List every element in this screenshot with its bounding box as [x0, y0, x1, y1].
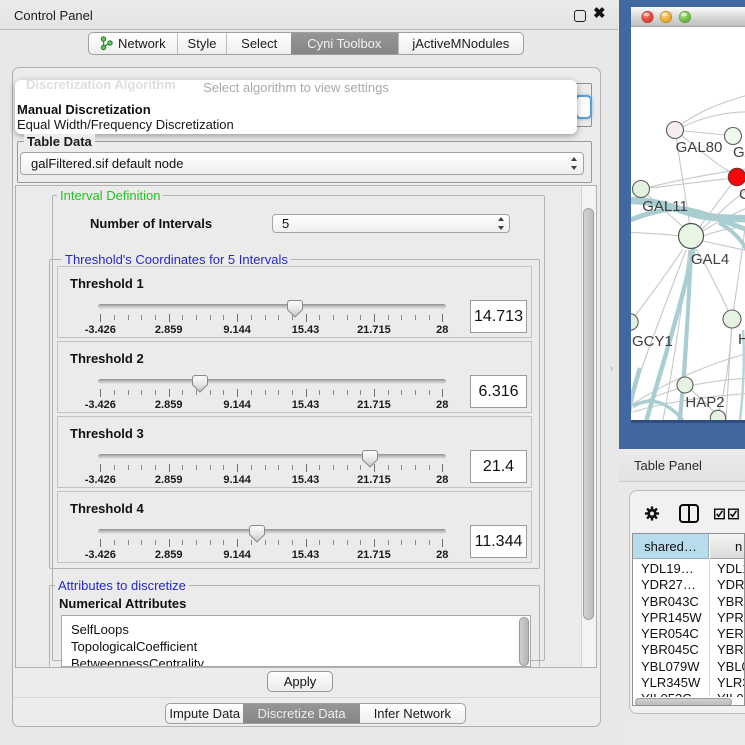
svg-text:GAL4: GAL4: [691, 251, 729, 268]
svg-text:GA: GA: [733, 144, 745, 161]
svg-text:H: H: [738, 331, 745, 348]
svg-text:GCY1: GCY1: [632, 333, 673, 350]
svg-text:HAP2: HAP2: [685, 394, 724, 411]
svg-text:GAL11: GAL11: [642, 198, 688, 215]
svg-text:C: C: [739, 186, 745, 203]
svg-text:GAL80: GAL80: [676, 139, 723, 156]
